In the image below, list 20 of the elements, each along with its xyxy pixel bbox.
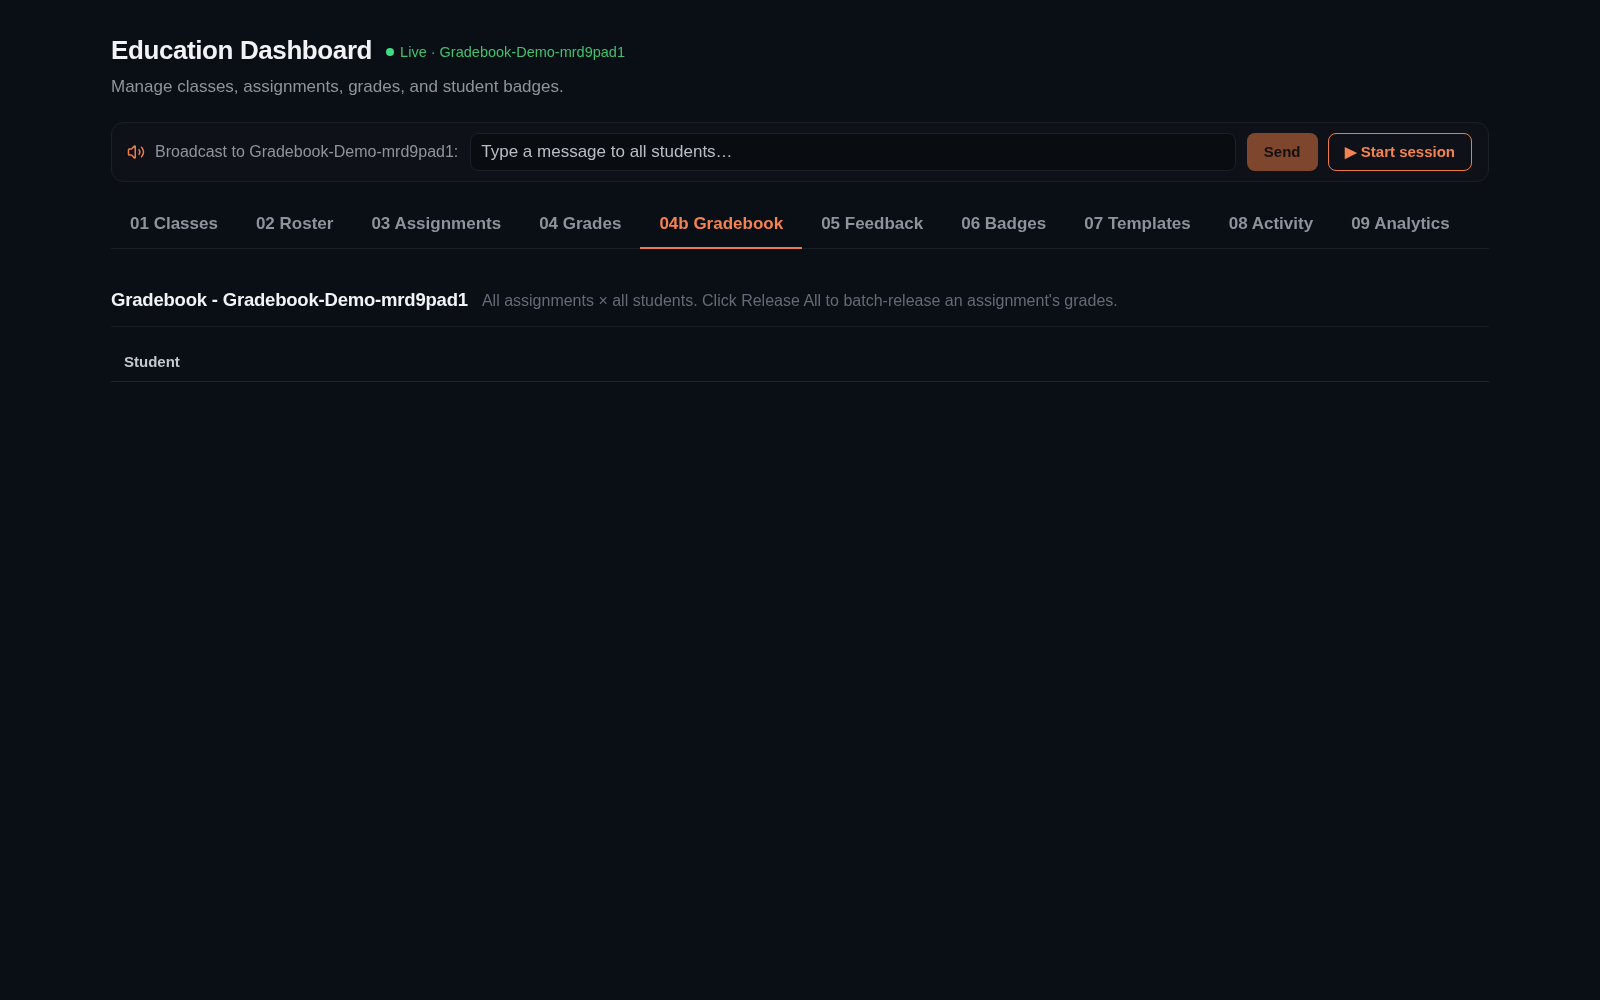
tab[interactable]: 08 Activity — [1209, 200, 1333, 249]
tab[interactable]: 07 Templates — [1065, 200, 1210, 249]
status-label: Live · Gradebook-Demo-mrd9pad1 — [400, 43, 625, 62]
tab[interactable]: 06 Badges — [942, 200, 1066, 249]
speaker-icon — [127, 143, 145, 161]
page-subtitle: Manage classes, assignments, grades, and student badges. — [111, 76, 564, 98]
tab[interactable]: 04 Grades — [520, 200, 641, 249]
tab[interactable]: 05 Feedback — [802, 200, 943, 249]
tab[interactable]: 01 Classes — [111, 200, 237, 249]
tab[interactable]: 03 Assignments — [352, 200, 521, 249]
message-input[interactable]: Type a message to all students… — [470, 133, 1236, 171]
broadcast-label: Broadcast to Gradebook-Demo-mrd9pad1: — [155, 142, 459, 162]
tab[interactable]: 09 Analytics — [1332, 200, 1469, 249]
page-title: Education Dashboard — [111, 34, 373, 66]
tab[interactable]: 02 Roster — [236, 200, 353, 249]
section-description: All assignments × all students. Click Release All to batch-release an assignment's grades. — [481, 291, 1118, 311]
section-title: Gradebook - Gradebook-Demo-mrd9pad1 — [111, 289, 468, 311]
column-header: Student — [111, 336, 1489, 382]
start-session-button[interactable]: ▶ Start session — [1327, 133, 1472, 171]
tab[interactable]: 04b Gradebook — [640, 200, 803, 249]
